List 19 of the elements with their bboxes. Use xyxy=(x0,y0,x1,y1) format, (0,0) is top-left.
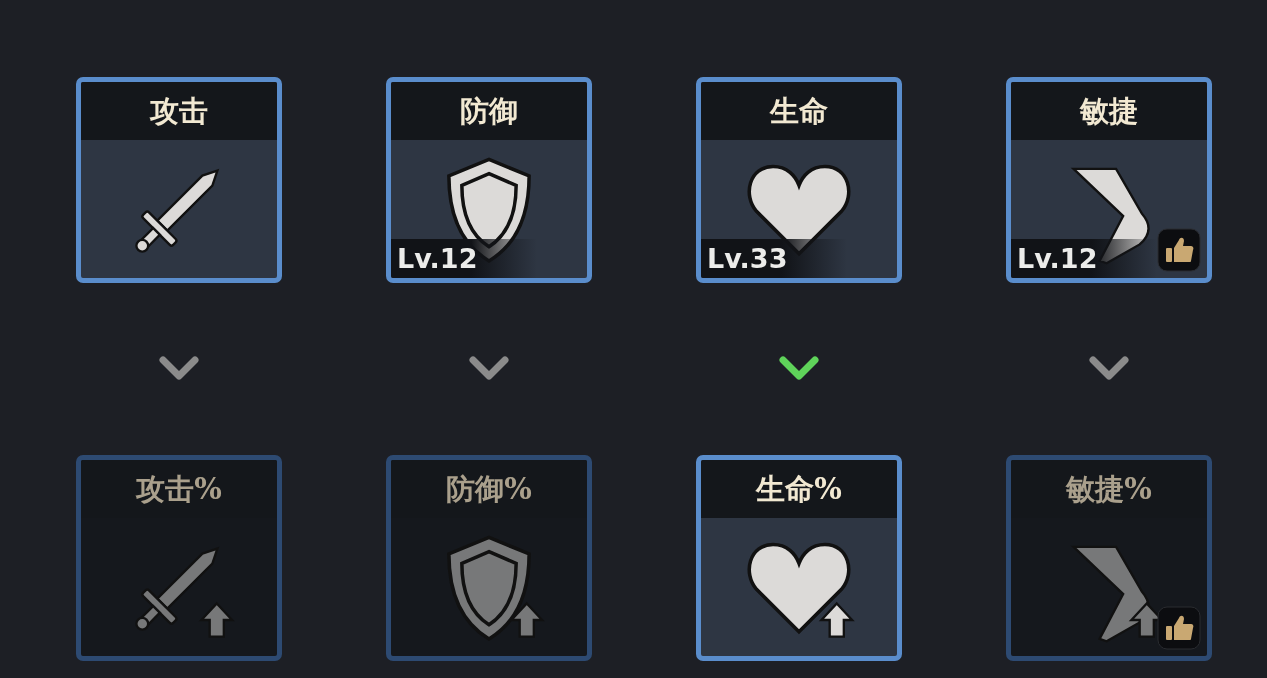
stat-card[interactable]: 防御 Lv.12 xyxy=(386,77,592,283)
level-label: Lv.12 xyxy=(1017,245,1098,272)
level-label: Lv.33 xyxy=(707,245,788,272)
stat-card[interactable]: 敏捷 Lv.12 xyxy=(1006,77,1212,283)
stat-card[interactable]: 生命 Lv.33 xyxy=(696,77,902,283)
stat-label: 生命 xyxy=(770,96,828,126)
stat-label: 敏捷 xyxy=(1080,96,1138,126)
stat-label: 生命% xyxy=(756,474,842,504)
stat-card[interactable]: 生命% xyxy=(696,455,902,661)
level-label: Lv.12 xyxy=(397,245,478,272)
stat-label: 敏捷% xyxy=(1066,474,1152,504)
stat-label: 防御% xyxy=(446,474,532,504)
stat-card[interactable]: 攻击 xyxy=(76,77,282,283)
stat-label: 攻击% xyxy=(136,474,222,504)
stat-card[interactable]: 防御% xyxy=(386,455,592,661)
stat-card[interactable]: 攻击% xyxy=(76,455,282,661)
stat-card[interactable]: 敏捷% xyxy=(1006,455,1212,661)
stat-label: 防御 xyxy=(460,96,518,126)
stat-label: 攻击 xyxy=(150,96,208,126)
